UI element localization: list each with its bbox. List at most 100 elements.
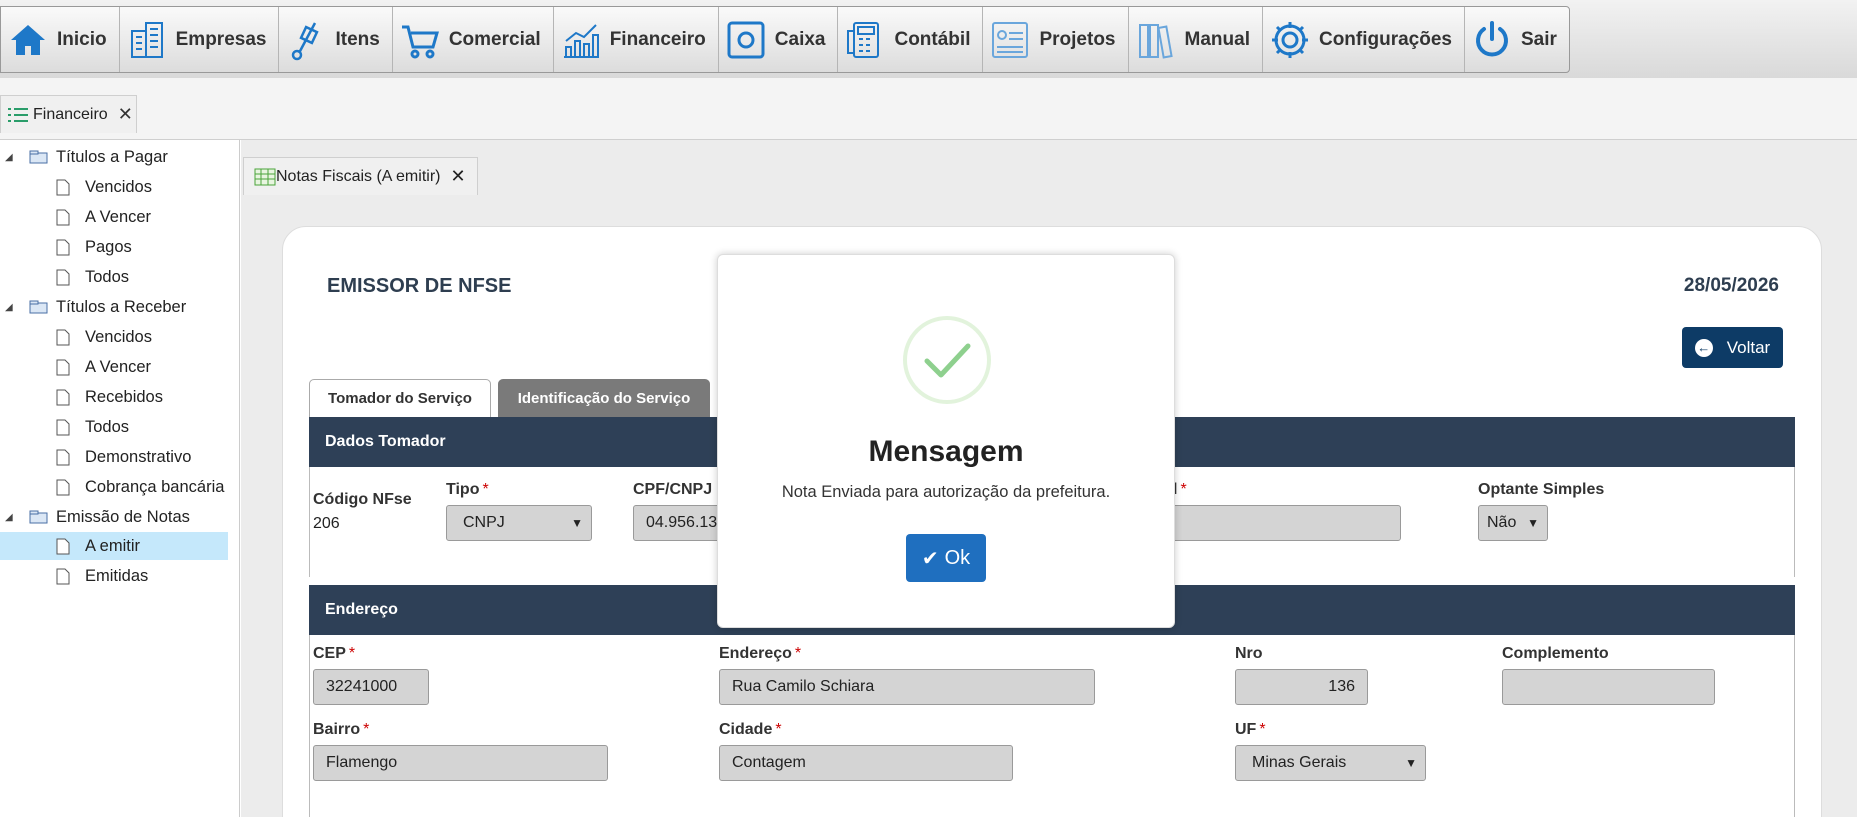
projects-icon [992, 21, 1029, 58]
arrow-left-icon: ← [1694, 338, 1713, 357]
hand-truck-icon [292, 21, 320, 60]
calculator-icon [847, 21, 880, 58]
tab-notas-fiscais[interactable]: Notas Fiscais (A emitir) ✕ [243, 157, 478, 195]
document-icon [56, 449, 70, 465]
nro-label: Nro [1235, 645, 1263, 663]
label-text: Complemento [1502, 645, 1609, 662]
tree-label: Emitidas [85, 566, 149, 585]
tree-item-a-vencer[interactable]: A Vencer [0, 353, 228, 381]
check-icon: ✔ [921, 547, 939, 570]
tree-item-todos[interactable]: Todos [0, 263, 228, 291]
menu-itens[interactable]: Itens [279, 7, 393, 72]
expand-arrow-icon[interactable]: ◢ [5, 152, 13, 163]
label-text: CPF/CNPJ [633, 481, 713, 498]
nro-input[interactable]: 136 [1235, 669, 1368, 705]
document-icon [56, 479, 70, 495]
tree-item-vencidos[interactable]: Vencidos [0, 323, 228, 351]
menu-label: Inicio [57, 28, 107, 50]
chevron-down-icon: ▼ [1405, 756, 1417, 770]
optante-simples-select[interactable]: Não ▼ [1478, 505, 1548, 541]
tipo-select[interactable]: CNPJ ▼ [446, 505, 592, 541]
label-text: Tipo [446, 481, 480, 498]
label-text: Optante Simples [1478, 481, 1605, 498]
main-tab-bar: Financeiro ✕ [0, 78, 1857, 140]
document-icon [56, 329, 70, 345]
tree-item-demonstrativo[interactable]: Demonstrativo [0, 443, 228, 471]
back-button[interactable]: ← Voltar [1682, 327, 1783, 368]
menu-label: Financeiro [609, 28, 706, 50]
optante-simples-label: Optante Simples [1478, 481, 1604, 499]
tree-item-cobranca-bancaria[interactable]: Cobrança bancária [0, 473, 228, 501]
tab-identificacao[interactable]: Identificação do Serviço [498, 379, 710, 417]
home-icon [11, 24, 45, 55]
menu-label: Projetos [1039, 28, 1116, 50]
menu-label: Sair [1521, 28, 1557, 50]
ok-button[interactable]: ✔ Ok [906, 534, 986, 582]
menu-empresas[interactable]: Empresas [120, 7, 280, 72]
tree-item-a-vencer[interactable]: A Vencer [0, 203, 228, 231]
tree-folder-titulos-receber[interactable]: ◢ Títulos a Receber [0, 293, 228, 321]
required-marker: * [794, 645, 802, 662]
required-marker: * [363, 721, 370, 738]
tree-label: Títulos a Receber [56, 297, 187, 316]
tree-item-pagos[interactable]: Pagos [0, 233, 228, 261]
close-icon[interactable]: ✕ [450, 166, 465, 187]
top-menu: Inicio Empresas Itens Comercial Financei… [0, 6, 1570, 73]
tipo-label: Tipo * [446, 481, 489, 499]
required-marker: * [482, 481, 489, 498]
menu-financeiro[interactable]: Financeiro [554, 7, 719, 72]
menu-contabil[interactable]: Contábil [838, 7, 984, 72]
cpf-cnpj-label: CPF/CNPJ [633, 481, 712, 499]
tree-label: Vencidos [85, 327, 152, 346]
codigo-nfse-value: 206 [313, 515, 340, 532]
tree-item-vencidos[interactable]: Vencidos [0, 173, 228, 201]
menu-label: Manual [1184, 28, 1250, 50]
bairro-input[interactable]: Flamengo [313, 745, 608, 781]
folder-icon [29, 300, 48, 314]
dialog-title: Mensagem [868, 435, 1024, 468]
cidade-label: Cidade * [719, 721, 782, 739]
menu-inicio[interactable]: Inicio [1, 7, 120, 72]
label-text: UF [1235, 721, 1257, 738]
label-text: CEP [313, 645, 346, 662]
tree-label: Cobrança bancária [85, 477, 225, 496]
tree-item-recebidos[interactable]: Recebidos [0, 383, 228, 411]
required-marker: * [348, 645, 356, 662]
expand-arrow-icon[interactable]: ◢ [5, 302, 13, 313]
menu-label: Comercial [448, 28, 541, 50]
menu-comercial[interactable]: Comercial [393, 7, 554, 72]
chevron-down-icon: ▼ [571, 516, 583, 530]
document-icon [56, 269, 70, 285]
tree-label: Demonstrativo [85, 447, 192, 466]
cep-input[interactable]: 32241000 [313, 669, 429, 705]
nome-label-fragment: l * [1173, 481, 1187, 499]
menu-caixa[interactable]: Caixa [719, 7, 839, 72]
list-icon [8, 107, 28, 122]
endereco-input[interactable]: Rua Camilo Schiara [719, 669, 1095, 705]
tree-folder-titulos-pagar[interactable]: ◢ Títulos a Pagar [0, 143, 228, 171]
menu-label: Caixa [774, 28, 826, 50]
chevron-down-icon: ▼ [1527, 516, 1539, 530]
uf-select[interactable]: Minas Gerais ▼ [1235, 745, 1426, 781]
menu-manual[interactable]: Manual [1129, 7, 1263, 72]
tree-item-emitidas[interactable]: Emitidas [0, 562, 228, 590]
menu-sair[interactable]: Sair [1465, 7, 1569, 72]
cidade-input[interactable]: Contagem [719, 745, 1013, 781]
tree-folder-emissao-notas[interactable]: ◢ Emissão de Notas [0, 503, 228, 531]
expand-arrow-icon[interactable]: ◢ [5, 512, 13, 523]
chart-icon [563, 23, 599, 58]
menu-label: Itens [335, 28, 380, 50]
tab-tomador[interactable]: Tomador do Serviço [309, 379, 491, 417]
menu-configuracoes[interactable]: Configurações [1263, 7, 1465, 72]
message-dialog: Mensagem Nota Enviada para autorização d… [717, 254, 1175, 628]
label-text: Bairro [313, 721, 361, 738]
menu-projetos[interactable]: Projetos [983, 7, 1129, 72]
label-text: Nro [1235, 645, 1263, 662]
complemento-input[interactable] [1502, 669, 1715, 705]
document-icon [56, 359, 70, 375]
tree-item-a-emitir[interactable]: A emitir [0, 532, 228, 560]
close-icon[interactable]: ✕ [118, 104, 133, 125]
tree-label: A emitir [85, 536, 141, 555]
tree-item-todos[interactable]: Todos [0, 413, 228, 441]
tab-financeiro[interactable]: Financeiro ✕ [0, 95, 137, 133]
